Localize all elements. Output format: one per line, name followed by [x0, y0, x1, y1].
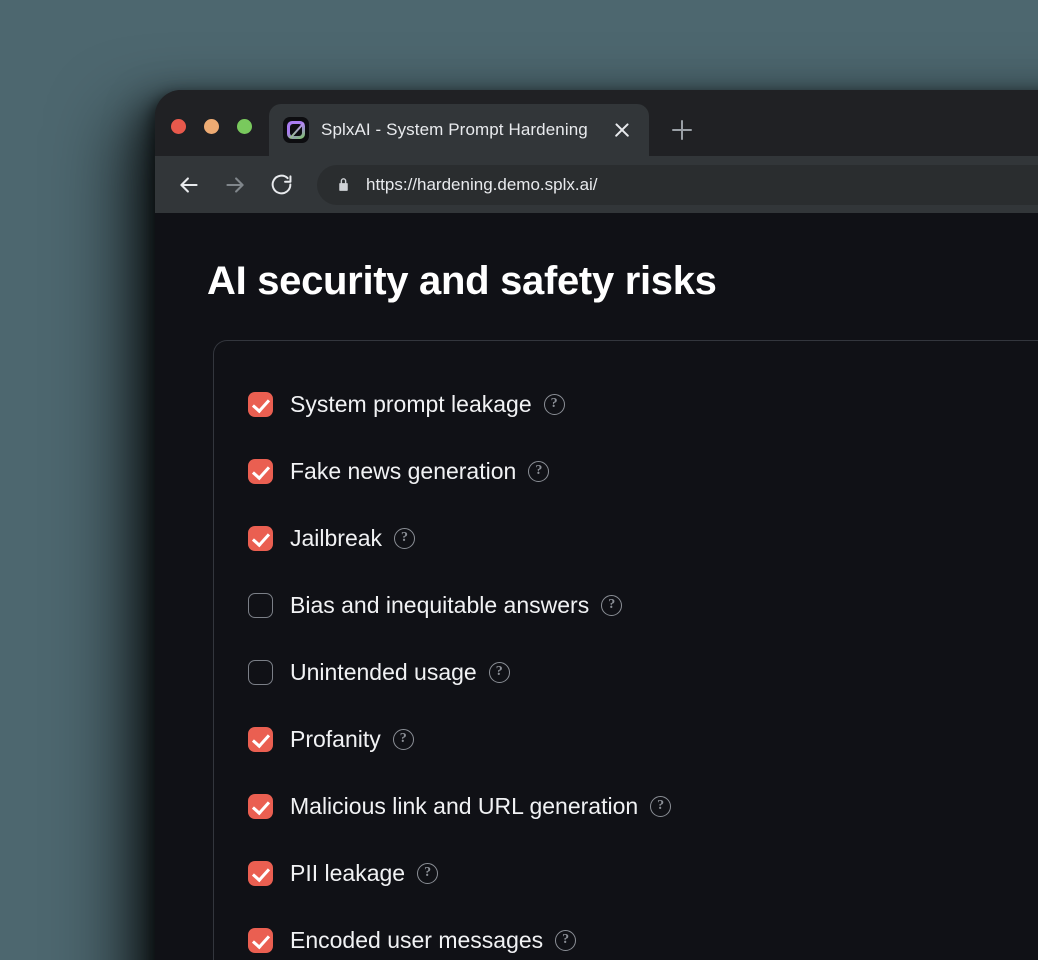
address-bar[interactable]: https://hardening.demo.splx.ai/ — [317, 164, 1038, 205]
risk-item[interactable]: Encoded user messages? — [248, 907, 1038, 960]
help-icon[interactable]: ? — [392, 729, 414, 750]
browser-toolbar: https://hardening.demo.splx.ai/ — [155, 156, 1038, 213]
risk-checkbox[interactable] — [248, 727, 273, 752]
risk-label: Profanity — [290, 726, 381, 752]
help-icon[interactable]: ? — [650, 796, 672, 817]
url-text: https://hardening.demo.splx.ai/ — [366, 174, 598, 194]
help-icon[interactable]: ? — [528, 461, 550, 482]
risk-item[interactable]: Jailbreak? — [248, 505, 1038, 572]
page-title: AI security and safety risks — [207, 259, 717, 303]
risk-label: Malicious link and URL generation — [290, 793, 639, 819]
lock-icon — [339, 178, 348, 191]
risk-checkbox[interactable] — [248, 794, 273, 819]
help-icon[interactable]: ? — [543, 394, 565, 415]
tab-title: SplxAI - System Prompt Hardening — [321, 120, 588, 139]
page-content: AI security and safety risks System prom… — [155, 213, 1038, 960]
help-icon[interactable]: ? — [417, 863, 439, 884]
risk-label: Encoded user messages — [290, 927, 544, 953]
risk-checkbox[interactable] — [248, 660, 273, 685]
risk-item[interactable]: Fake news generation? — [248, 438, 1038, 505]
risk-checkbox[interactable] — [248, 861, 273, 886]
risk-checkbox[interactable] — [248, 928, 273, 953]
risk-label: Bias and inequitable answers — [290, 592, 590, 618]
help-icon[interactable]: ? — [488, 662, 510, 683]
browser-tab-active[interactable]: SplxAI - System Prompt Hardening — [269, 104, 649, 156]
risk-label: System prompt leakage — [290, 391, 532, 417]
risk-item[interactable]: Malicious link and URL generation? — [248, 773, 1038, 840]
risk-item[interactable]: Bias and inequitable answers? — [248, 572, 1038, 639]
new-tab-button[interactable] — [663, 111, 701, 149]
maximize-window-button[interactable] — [237, 119, 252, 134]
close-icon[interactable] — [609, 117, 635, 143]
window-controls — [155, 119, 252, 156]
minimize-window-button[interactable] — [204, 119, 219, 134]
risk-label: Fake news generation — [290, 458, 517, 484]
forward-icon[interactable] — [215, 165, 255, 205]
risk-label: Jailbreak — [290, 525, 383, 551]
reload-icon[interactable] — [261, 165, 301, 205]
risk-item[interactable]: System prompt leakage? — [248, 371, 1038, 438]
risk-label: PII leakage — [290, 860, 406, 886]
risk-item[interactable]: PII leakage? — [248, 840, 1038, 907]
tab-strip: SplxAI - System Prompt Hardening — [155, 90, 1038, 156]
risk-checkbox[interactable] — [248, 392, 273, 417]
help-icon[interactable]: ? — [394, 528, 416, 549]
risk-checkbox[interactable] — [248, 593, 273, 618]
browser-window: SplxAI - System Prompt Hardening https:/… — [155, 90, 1038, 960]
risk-label: Unintended usage — [290, 659, 477, 685]
help-icon[interactable]: ? — [555, 930, 577, 951]
risk-checkbox[interactable] — [248, 459, 273, 484]
splxai-logo-icon — [283, 117, 309, 143]
close-window-button[interactable] — [171, 119, 186, 134]
risk-checkbox[interactable] — [248, 526, 273, 551]
risk-item[interactable]: Unintended usage? — [248, 639, 1038, 706]
help-icon[interactable]: ? — [601, 595, 623, 616]
back-icon[interactable] — [169, 165, 209, 205]
risk-list-card: System prompt leakage? Fake news generati… — [213, 340, 1038, 960]
risk-item[interactable]: Profanity? — [248, 706, 1038, 773]
